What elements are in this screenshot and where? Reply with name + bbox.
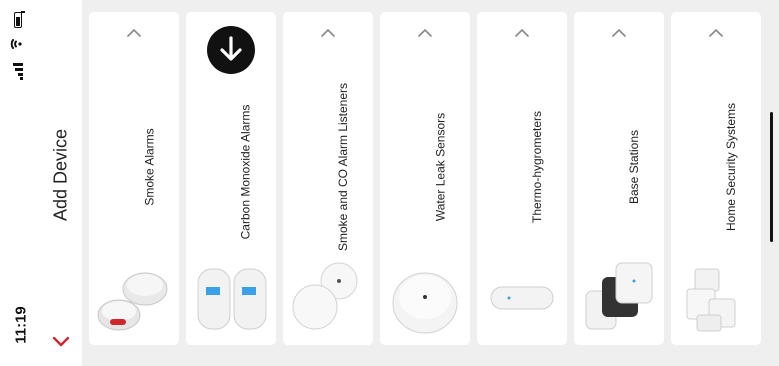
chevron-up-icon[interactable] xyxy=(415,26,435,40)
device-label: Water Leak Sensors xyxy=(433,112,447,222)
base-station-image xyxy=(585,262,653,330)
device-card-co-alarms[interactable]: Carbon Monoxide Alarms xyxy=(186,12,276,345)
left-sidebar: Add Device 11:19 xyxy=(0,0,82,366)
chevron-up-icon[interactable] xyxy=(609,26,629,40)
download-arrow-icon xyxy=(220,36,242,61)
device-label: Smoke and CO Alarm Listeners xyxy=(336,82,350,252)
download-button[interactable] xyxy=(207,26,255,74)
thermo-image xyxy=(490,286,554,310)
device-card-smoke-alarms[interactable]: Smoke Alarms xyxy=(89,12,179,345)
water-sensor-image xyxy=(392,272,458,334)
device-label: Base Stations xyxy=(627,129,641,205)
device-card-thermo[interactable]: Thermo-hygrometers xyxy=(477,12,567,345)
device-card-listeners[interactable]: Smoke and CO Alarm Listeners xyxy=(283,12,373,345)
device-label: Home Security Systems xyxy=(724,102,738,232)
device-card-base-stations[interactable]: Base Stations xyxy=(574,12,664,345)
chevron-up-icon[interactable] xyxy=(706,26,726,40)
security-system-image xyxy=(686,268,736,332)
chevron-up-icon[interactable] xyxy=(512,26,532,40)
wifi-icon xyxy=(10,39,22,49)
listener-image xyxy=(292,262,358,330)
device-card-security[interactable]: Home Security Systems xyxy=(671,12,761,345)
chevron-up-icon[interactable] xyxy=(318,26,338,40)
battery-icon xyxy=(14,11,25,28)
status-time: 11:19 xyxy=(12,306,30,344)
device-label: Smoke Alarms xyxy=(142,128,156,206)
scrollbar[interactable] xyxy=(770,112,773,242)
device-label: Thermo-hygrometers xyxy=(530,110,544,224)
signal-icon xyxy=(13,63,23,80)
device-card-water-leak[interactable]: Water Leak Sensors xyxy=(380,12,470,345)
chevron-up-icon[interactable] xyxy=(124,26,144,40)
status-bar xyxy=(10,10,30,80)
page-title: Add Device xyxy=(50,128,71,222)
co-alarm-image xyxy=(197,268,267,330)
back-chevron-icon[interactable] xyxy=(50,330,72,352)
smoke-alarm-image xyxy=(97,272,168,331)
device-label: Carbon Monoxide Alarms xyxy=(239,104,253,240)
